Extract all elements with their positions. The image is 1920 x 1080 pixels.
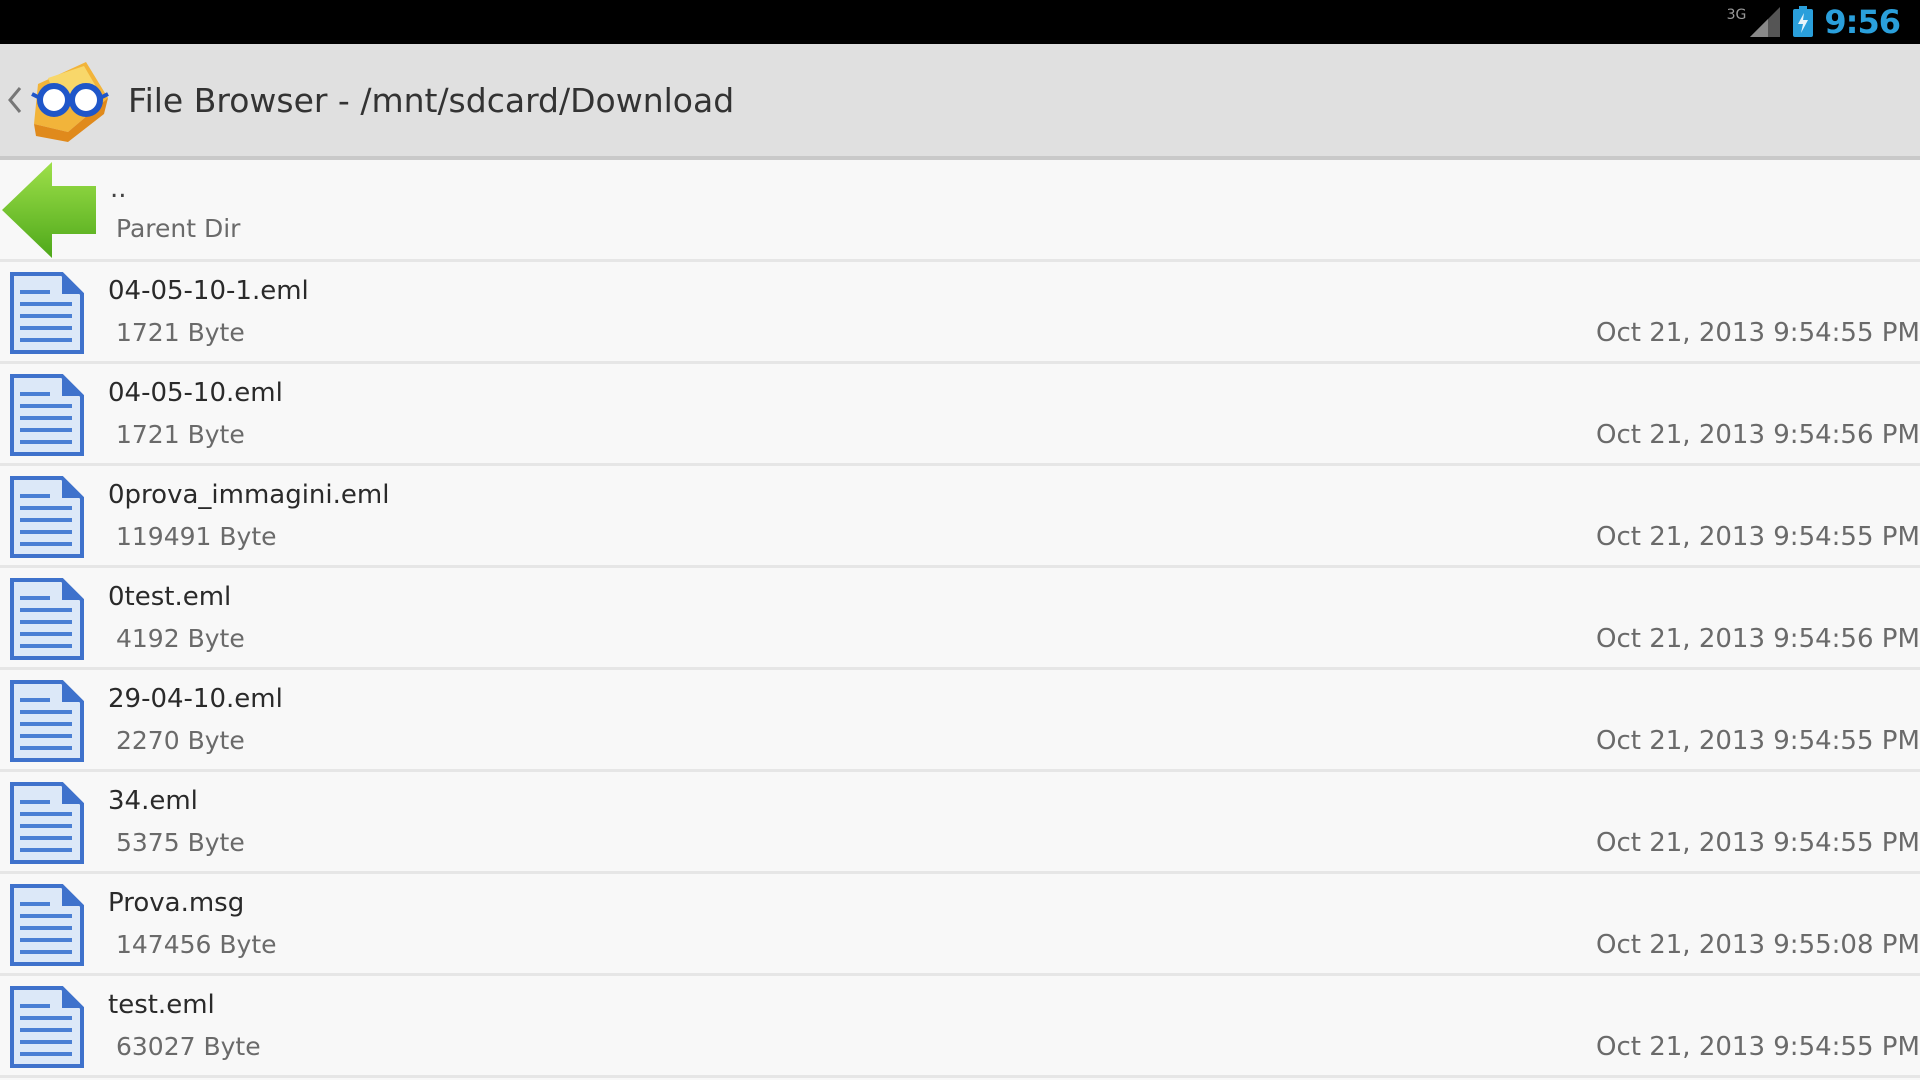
file-name: Prova.msg <box>108 888 245 918</box>
parent-dir-name: .. <box>110 174 127 204</box>
document-icon <box>10 680 84 762</box>
file-row[interactable]: 0test.eml 4192 Byte Oct 21, 2013 9:54:56… <box>0 568 1920 670</box>
file-size: 4192 Byte <box>116 624 245 653</box>
file-name: 04-05-10.eml <box>108 378 283 408</box>
file-name: 29-04-10.eml <box>108 684 283 714</box>
file-size: 2270 Byte <box>116 726 245 755</box>
file-modified: Oct 21, 2013 9:54:56 PM <box>1596 624 1920 654</box>
file-name: 34.eml <box>108 786 198 816</box>
file-row[interactable]: 29-04-10.eml 2270 Byte Oct 21, 2013 9:54… <box>0 670 1920 772</box>
signal-strength-icon <box>1750 7 1781 37</box>
file-size: 5375 Byte <box>116 828 245 857</box>
app-logo-icon[interactable] <box>24 54 116 146</box>
file-size: 1721 Byte <box>116 420 245 449</box>
file-row[interactable]: Prova.msg 147456 Byte Oct 21, 2013 9:55:… <box>0 874 1920 976</box>
document-icon <box>10 476 84 558</box>
action-bar: File Browser - /mnt/sdcard/Download <box>0 44 1920 160</box>
document-icon <box>10 578 84 660</box>
file-list: .. Parent Dir 04-05-10-1.eml 1721 Byte O… <box>0 160 1920 1078</box>
file-modified: Oct 21, 2013 9:55:08 PM <box>1596 930 1920 960</box>
up-caret-icon[interactable] <box>6 80 24 120</box>
network-type-label: 3G <box>1726 7 1747 23</box>
battery-icon <box>1793 6 1814 37</box>
file-name: 0prova_immagini.eml <box>108 480 390 510</box>
status-clock: 9:56 <box>1824 3 1901 41</box>
page-title: File Browser - /mnt/sdcard/Download <box>128 80 735 120</box>
document-icon <box>10 884 84 966</box>
file-modified: Oct 21, 2013 9:54:55 PM <box>1596 726 1920 756</box>
document-icon <box>10 986 84 1068</box>
status-bar: 3G 9:56 <box>0 0 1920 44</box>
parent-dir-arrow-icon <box>2 162 96 258</box>
document-icon <box>10 272 84 354</box>
file-size: 147456 Byte <box>116 930 277 959</box>
document-icon <box>10 374 84 456</box>
file-row[interactable]: test.eml 63027 Byte Oct 21, 2013 9:54:55… <box>0 976 1920 1078</box>
file-size: 63027 Byte <box>116 1032 261 1061</box>
file-size: 1721 Byte <box>116 318 245 347</box>
file-modified: Oct 21, 2013 9:54:56 PM <box>1596 420 1920 450</box>
file-name: 04-05-10-1.eml <box>108 276 309 306</box>
parent-dir-label: Parent Dir <box>116 214 241 243</box>
file-size: 119491 Byte <box>116 522 277 551</box>
file-row[interactable]: 04-05-10-1.eml 1721 Byte Oct 21, 2013 9:… <box>0 262 1920 364</box>
file-row[interactable]: 04-05-10.eml 1721 Byte Oct 21, 2013 9:54… <box>0 364 1920 466</box>
file-row[interactable]: 34.eml 5375 Byte Oct 21, 2013 9:54:55 PM <box>0 772 1920 874</box>
file-name: test.eml <box>108 990 215 1020</box>
file-modified: Oct 21, 2013 9:54:55 PM <box>1596 1032 1920 1062</box>
file-modified: Oct 21, 2013 9:54:55 PM <box>1596 522 1920 552</box>
file-name: 0test.eml <box>108 582 232 612</box>
parent-dir-row[interactable]: .. Parent Dir <box>0 160 1920 262</box>
file-row[interactable]: 0prova_immagini.eml 119491 Byte Oct 21, … <box>0 466 1920 568</box>
file-modified: Oct 21, 2013 9:54:55 PM <box>1596 828 1920 858</box>
document-icon <box>10 782 84 864</box>
file-modified: Oct 21, 2013 9:54:55 PM <box>1596 318 1920 348</box>
